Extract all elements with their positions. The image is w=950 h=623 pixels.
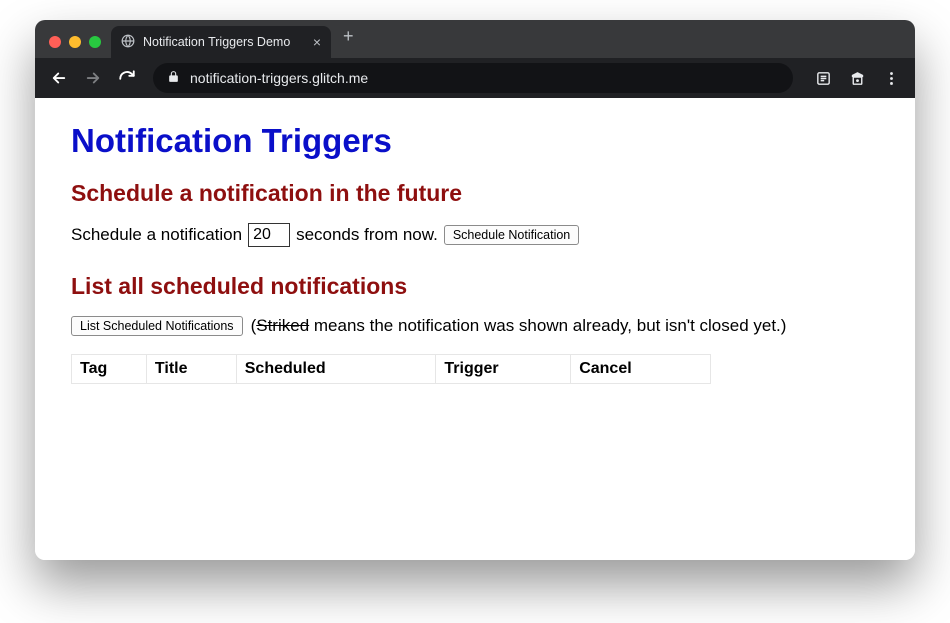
th-cancel: Cancel [571, 355, 711, 384]
profile-icon[interactable] [843, 64, 871, 92]
tab-bar: Notification Triggers Demo × + [35, 20, 915, 58]
forward-button[interactable] [79, 64, 107, 92]
hint-text: (Striked means the notification was show… [251, 316, 787, 336]
striked-word: Striked [256, 316, 309, 335]
list-heading: List all scheduled notifications [71, 273, 879, 300]
lock-icon [167, 70, 180, 86]
reload-button[interactable] [113, 64, 141, 92]
hint-rest: means the notification was shown already… [309, 316, 786, 335]
table-header-row: Tag Title Scheduled Trigger Cancel [72, 355, 711, 384]
notifications-table: Tag Title Scheduled Trigger Cancel [71, 354, 711, 384]
th-scheduled: Scheduled [236, 355, 436, 384]
schedule-button[interactable]: Schedule Notification [444, 225, 579, 245]
schedule-row: Schedule a notification seconds from now… [71, 223, 879, 247]
reader-icon[interactable] [809, 64, 837, 92]
new-tab-button[interactable]: + [331, 26, 366, 53]
url-text: notification-triggers.glitch.me [190, 70, 368, 86]
browser-window: Notification Triggers Demo × + notificat… [35, 20, 915, 560]
browser-tab[interactable]: Notification Triggers Demo × [111, 26, 331, 58]
globe-icon [121, 34, 135, 51]
seconds-input[interactable] [248, 223, 290, 247]
window-minimize-icon[interactable] [69, 36, 81, 48]
window-maximize-icon[interactable] [89, 36, 101, 48]
address-bar[interactable]: notification-triggers.glitch.me [153, 63, 793, 93]
th-trigger: Trigger [436, 355, 571, 384]
window-close-icon[interactable] [49, 36, 61, 48]
page-content: Notification Triggers Schedule a notific… [35, 98, 915, 560]
toolbar: notification-triggers.glitch.me [35, 58, 915, 98]
list-button[interactable]: List Scheduled Notifications [71, 316, 243, 336]
menu-icon[interactable] [877, 64, 905, 92]
th-title: Title [146, 355, 236, 384]
schedule-post-text: seconds from now. [296, 225, 438, 245]
schedule-heading: Schedule a notification in the future [71, 180, 879, 207]
tab-title: Notification Triggers Demo [143, 35, 290, 49]
list-row: List Scheduled Notifications (Striked me… [71, 316, 879, 336]
traffic-lights [43, 36, 111, 58]
close-tab-icon[interactable]: × [313, 35, 321, 49]
page-title: Notification Triggers [71, 122, 879, 160]
toolbar-right [805, 64, 905, 92]
schedule-pre-text: Schedule a notification [71, 225, 242, 245]
th-tag: Tag [72, 355, 147, 384]
back-button[interactable] [45, 64, 73, 92]
